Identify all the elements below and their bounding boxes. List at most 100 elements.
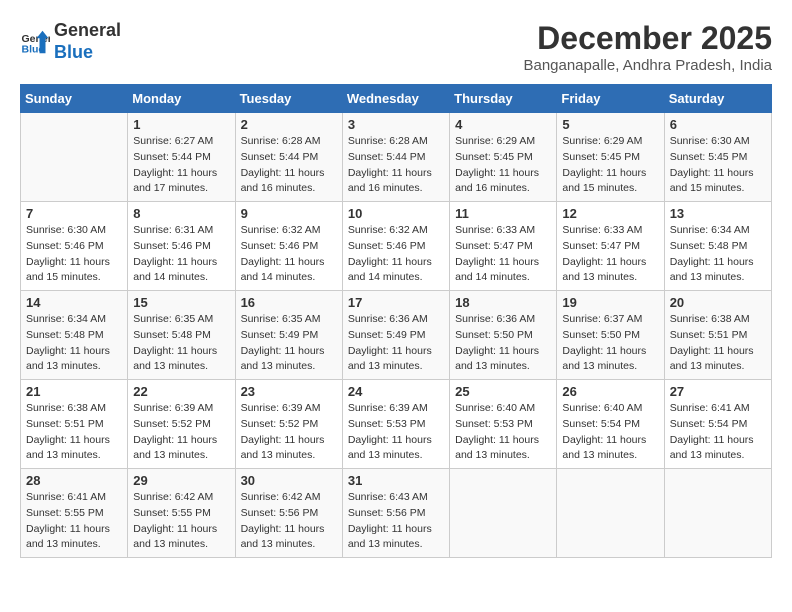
day-number: 4 [455, 117, 551, 132]
calendar-cell: 5 Sunrise: 6:29 AMSunset: 5:45 PMDaylight… [557, 113, 664, 202]
day-info: Sunrise: 6:29 AMSunset: 5:45 PMDaylight:… [455, 134, 551, 197]
day-info: Sunrise: 6:38 AMSunset: 5:51 PMDaylight:… [26, 401, 122, 464]
column-header-saturday: Saturday [664, 85, 771, 113]
day-info: Sunrise: 6:32 AMSunset: 5:46 PMDaylight:… [241, 223, 337, 286]
day-info: Sunrise: 6:29 AMSunset: 5:45 PMDaylight:… [562, 134, 658, 197]
day-number: 29 [133, 473, 229, 488]
day-number: 15 [133, 295, 229, 310]
calendar-cell: 6 Sunrise: 6:30 AMSunset: 5:45 PMDaylight… [664, 113, 771, 202]
day-number: 7 [26, 206, 122, 221]
day-info: Sunrise: 6:36 AMSunset: 5:49 PMDaylight:… [348, 312, 444, 375]
day-info: Sunrise: 6:33 AMSunset: 5:47 PMDaylight:… [562, 223, 658, 286]
day-info: Sunrise: 6:36 AMSunset: 5:50 PMDaylight:… [455, 312, 551, 375]
day-number: 16 [241, 295, 337, 310]
logo: General Blue General Blue [20, 20, 121, 63]
title-section: December 2025 Banganapalle, Andhra Prade… [523, 20, 772, 74]
day-number: 23 [241, 384, 337, 399]
day-info: Sunrise: 6:37 AMSunset: 5:50 PMDaylight:… [562, 312, 658, 375]
calendar-cell: 11 Sunrise: 6:33 AMSunset: 5:47 PMDayligh… [450, 202, 557, 291]
calendar-cell: 8 Sunrise: 6:31 AMSunset: 5:46 PMDaylight… [128, 202, 235, 291]
day-info: Sunrise: 6:34 AMSunset: 5:48 PMDaylight:… [26, 312, 122, 375]
day-number: 27 [670, 384, 766, 399]
day-info: Sunrise: 6:39 AMSunset: 5:53 PMDaylight:… [348, 401, 444, 464]
day-number: 12 [562, 206, 658, 221]
day-info: Sunrise: 6:35 AMSunset: 5:49 PMDaylight:… [241, 312, 337, 375]
calendar-cell: 22 Sunrise: 6:39 AMSunset: 5:52 PMDayligh… [128, 380, 235, 469]
week-row-3: 14 Sunrise: 6:34 AMSunset: 5:48 PMDayligh… [21, 291, 772, 380]
day-number: 14 [26, 295, 122, 310]
day-number: 1 [133, 117, 229, 132]
day-number: 18 [455, 295, 551, 310]
column-header-wednesday: Wednesday [342, 85, 449, 113]
day-info: Sunrise: 6:39 AMSunset: 5:52 PMDaylight:… [133, 401, 229, 464]
day-number: 26 [562, 384, 658, 399]
column-header-tuesday: Tuesday [235, 85, 342, 113]
calendar-cell: 7 Sunrise: 6:30 AMSunset: 5:46 PMDaylight… [21, 202, 128, 291]
logo-text: General Blue [54, 20, 121, 63]
page-header: General Blue General Blue December 2025 … [20, 20, 772, 74]
calendar-cell: 12 Sunrise: 6:33 AMSunset: 5:47 PMDayligh… [557, 202, 664, 291]
day-number: 3 [348, 117, 444, 132]
logo-icon: General Blue [20, 27, 50, 57]
day-info: Sunrise: 6:35 AMSunset: 5:48 PMDaylight:… [133, 312, 229, 375]
day-info: Sunrise: 6:32 AMSunset: 5:46 PMDaylight:… [348, 223, 444, 286]
week-row-5: 28 Sunrise: 6:41 AMSunset: 5:55 PMDayligh… [21, 469, 772, 558]
calendar-cell [557, 469, 664, 558]
day-number: 24 [348, 384, 444, 399]
column-header-sunday: Sunday [21, 85, 128, 113]
day-info: Sunrise: 6:34 AMSunset: 5:48 PMDaylight:… [670, 223, 766, 286]
day-number: 22 [133, 384, 229, 399]
day-info: Sunrise: 6:41 AMSunset: 5:54 PMDaylight:… [670, 401, 766, 464]
day-info: Sunrise: 6:42 AMSunset: 5:56 PMDaylight:… [241, 490, 337, 553]
calendar-cell: 30 Sunrise: 6:42 AMSunset: 5:56 PMDayligh… [235, 469, 342, 558]
day-number: 21 [26, 384, 122, 399]
calendar-body: 1 Sunrise: 6:27 AMSunset: 5:44 PMDaylight… [21, 113, 772, 558]
day-number: 10 [348, 206, 444, 221]
calendar-cell [450, 469, 557, 558]
day-number: 31 [348, 473, 444, 488]
calendar-cell: 25 Sunrise: 6:40 AMSunset: 5:53 PMDayligh… [450, 380, 557, 469]
calendar-cell: 18 Sunrise: 6:36 AMSunset: 5:50 PMDayligh… [450, 291, 557, 380]
calendar-cell: 20Sunrise: 6:38 AMSunset: 5:51 PMDayligh… [664, 291, 771, 380]
day-info: Sunrise: 6:28 AMSunset: 5:44 PMDaylight:… [241, 134, 337, 197]
column-header-thursday: Thursday [450, 85, 557, 113]
day-number: 11 [455, 206, 551, 221]
day-info: Sunrise: 6:40 AMSunset: 5:53 PMDaylight:… [455, 401, 551, 464]
day-number: 28 [26, 473, 122, 488]
calendar-cell: 13 Sunrise: 6:34 AMSunset: 5:48 PMDayligh… [664, 202, 771, 291]
column-header-monday: Monday [128, 85, 235, 113]
day-number: 5 [562, 117, 658, 132]
week-row-2: 7 Sunrise: 6:30 AMSunset: 5:46 PMDaylight… [21, 202, 772, 291]
calendar-cell: 2 Sunrise: 6:28 AMSunset: 5:44 PMDaylight… [235, 113, 342, 202]
calendar-cell: 26Sunrise: 6:40 AMSunset: 5:54 PMDayligh… [557, 380, 664, 469]
day-number: 13 [670, 206, 766, 221]
day-number: 9 [241, 206, 337, 221]
calendar-cell: 4 Sunrise: 6:29 AMSunset: 5:45 PMDaylight… [450, 113, 557, 202]
location: Banganapalle, Andhra Pradesh, India [523, 57, 772, 74]
day-info: Sunrise: 6:28 AMSunset: 5:44 PMDaylight:… [348, 134, 444, 197]
day-number: 8 [133, 206, 229, 221]
day-number: 17 [348, 295, 444, 310]
day-info: Sunrise: 6:33 AMSunset: 5:47 PMDaylight:… [455, 223, 551, 286]
day-info: Sunrise: 6:41 AMSunset: 5:55 PMDaylight:… [26, 490, 122, 553]
calendar-cell: 28 Sunrise: 6:41 AMSunset: 5:55 PMDayligh… [21, 469, 128, 558]
day-info: Sunrise: 6:43 AMSunset: 5:56 PMDaylight:… [348, 490, 444, 553]
calendar-cell: 31 Sunrise: 6:43 AMSunset: 5:56 PMDayligh… [342, 469, 449, 558]
calendar-cell: 29Sunrise: 6:42 AMSunset: 5:55 PMDayligh… [128, 469, 235, 558]
day-info: Sunrise: 6:30 AMSunset: 5:45 PMDaylight:… [670, 134, 766, 197]
calendar-cell: 23Sunrise: 6:39 AMSunset: 5:52 PMDayligh… [235, 380, 342, 469]
day-info: Sunrise: 6:27 AMSunset: 5:44 PMDaylight:… [133, 134, 229, 197]
day-info: Sunrise: 6:31 AMSunset: 5:46 PMDaylight:… [133, 223, 229, 286]
calendar-cell: 15 Sunrise: 6:35 AMSunset: 5:48 PMDayligh… [128, 291, 235, 380]
calendar-cell: 17 Sunrise: 6:36 AMSunset: 5:49 PMDayligh… [342, 291, 449, 380]
day-number: 2 [241, 117, 337, 132]
calendar-cell: 14 Sunrise: 6:34 AMSunset: 5:48 PMDayligh… [21, 291, 128, 380]
calendar-cell: 9 Sunrise: 6:32 AMSunset: 5:46 PMDaylight… [235, 202, 342, 291]
day-info: Sunrise: 6:30 AMSunset: 5:46 PMDaylight:… [26, 223, 122, 286]
day-number: 6 [670, 117, 766, 132]
calendar-cell: 16 Sunrise: 6:35 AMSunset: 5:49 PMDayligh… [235, 291, 342, 380]
calendar-cell: 1 Sunrise: 6:27 AMSunset: 5:44 PMDaylight… [128, 113, 235, 202]
column-header-friday: Friday [557, 85, 664, 113]
day-number: 25 [455, 384, 551, 399]
day-number: 30 [241, 473, 337, 488]
